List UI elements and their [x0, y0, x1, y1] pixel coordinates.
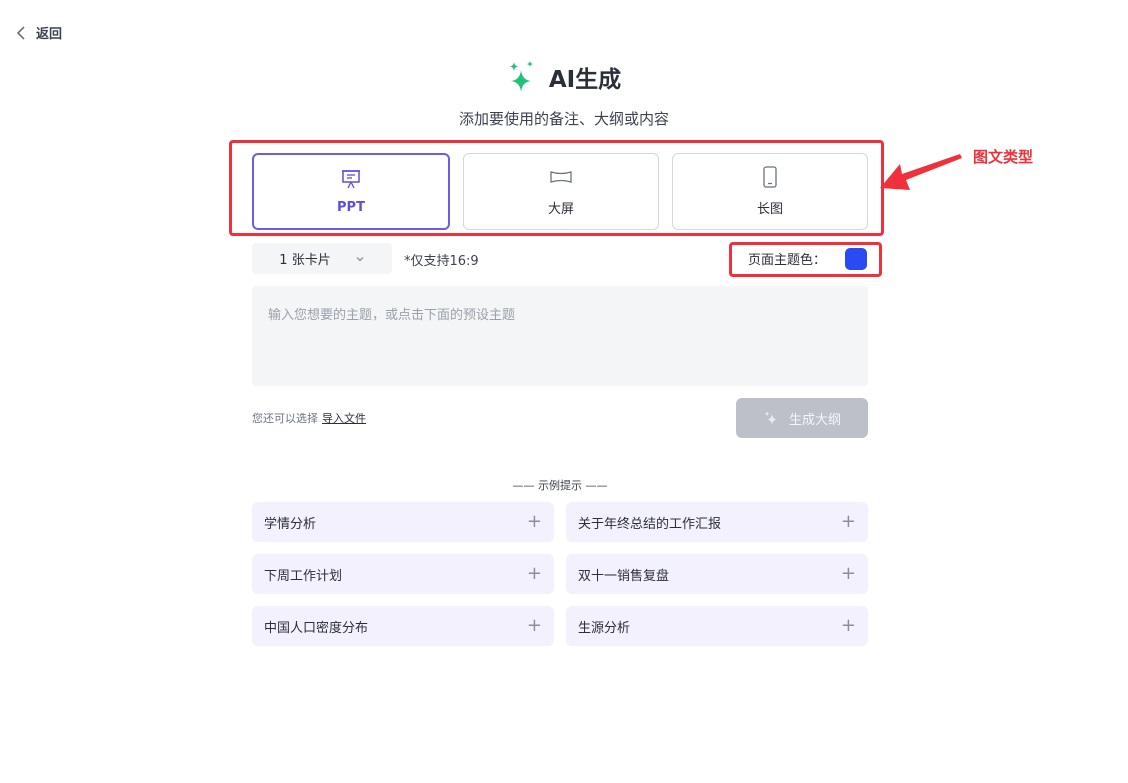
examples-title: —— 示例提示 —— — [512, 479, 608, 492]
generate-outline-button[interactable]: 生成大纲 — [736, 398, 868, 438]
page-title: AI生成 — [548, 67, 622, 93]
example-prompt-item[interactable]: 中国人口密度分布 + — [252, 606, 554, 646]
plus-icon: + — [526, 511, 542, 532]
back-label: 返回 — [36, 27, 63, 42]
theme-color-label: 页面主题色： — [748, 253, 827, 268]
example-prompt-label: 下周工作计划 — [264, 568, 343, 584]
chevron-left-icon — [16, 25, 25, 40]
plus-icon: + — [840, 511, 856, 532]
sparkle-icon — [764, 411, 777, 425]
import-row: 您还可以选择 导入文件 — [252, 410, 366, 426]
back-button[interactable]: 返回 — [14, 23, 62, 42]
example-prompts: 学情分析 + 关于年终总结的工作汇报 + 下周工作计划 + 双十一销售复盘 + … — [252, 502, 868, 646]
example-prompt-item[interactable]: 关于年终总结的工作汇报 + — [566, 502, 868, 542]
annotation-label: 图文类型 — [973, 148, 1034, 166]
plus-icon: + — [526, 615, 542, 636]
title-row: AI生成 — [0, 60, 1128, 94]
example-prompt-item[interactable]: 下周工作计划 + — [252, 554, 554, 594]
sparkle-icon — [509, 61, 533, 92]
example-prompt-label: 关于年终总结的工作汇报 — [578, 516, 722, 532]
ratio-note: *仅支持16:9 — [404, 254, 479, 269]
plus-icon: + — [840, 615, 856, 636]
example-prompt-label: 双十一销售复盘 — [578, 568, 670, 584]
import-file-link[interactable]: 导入文件 — [322, 410, 366, 426]
example-prompt-item[interactable]: 学情分析 + — [252, 502, 554, 542]
card-count-select[interactable]: 1 张卡片 — [252, 243, 392, 274]
card-count-value: 1 张卡片 — [279, 253, 331, 268]
theme-color-swatch[interactable] — [845, 248, 867, 270]
annotation-arrow-icon — [880, 154, 962, 190]
plus-icon: + — [840, 563, 856, 584]
example-prompt-label: 生源分析 — [578, 620, 631, 636]
page-subtitle: 添加要使用的备注、大纲或内容 — [458, 110, 669, 128]
annotation-highlight-types — [229, 140, 884, 236]
example-prompt-label: 学情分析 — [264, 516, 317, 532]
example-prompt-item[interactable]: 双十一销售复盘 + — [566, 554, 868, 594]
chevron-down-icon — [356, 256, 364, 261]
example-prompt-item[interactable]: 生源分析 + — [566, 606, 868, 646]
generate-outline-label: 生成大纲 — [788, 412, 841, 428]
example-prompt-label: 中国人口密度分布 — [264, 620, 369, 636]
topic-input[interactable] — [252, 286, 868, 386]
import-prefix: 您还可以选择 — [252, 412, 318, 425]
plus-icon: + — [526, 563, 542, 584]
